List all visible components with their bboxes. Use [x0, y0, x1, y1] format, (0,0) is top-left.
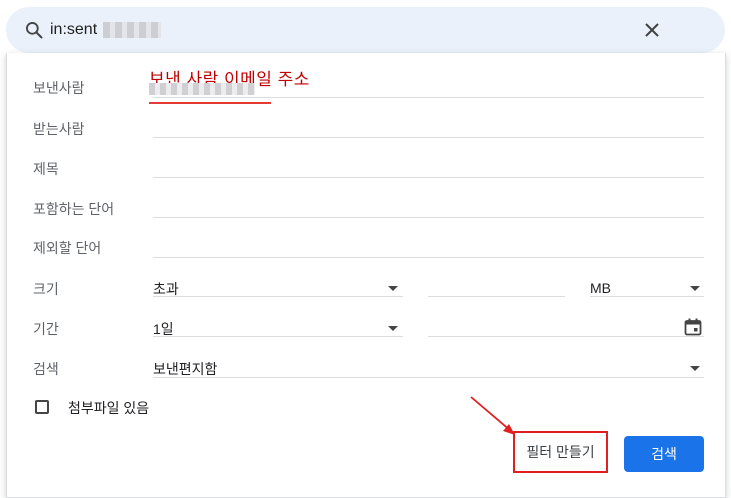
advanced-search-panel: 보낸 사람 이메일 주소 보낸사람 받는사람 제목 포함하는 단어 제외할 단어…: [6, 53, 726, 498]
date-label: 기간: [33, 321, 59, 337]
has-attachment-label[interactable]: 첨부파일 있음: [68, 398, 149, 418]
to-label: 받는사람: [33, 121, 85, 137]
create-filter-button[interactable]: 필터 만들기: [513, 431, 608, 473]
search-scope-value: 보낸편지함: [153, 361, 218, 377]
size-operator-underline: [153, 296, 403, 297]
from-field[interactable]: [153, 97, 704, 98]
to-field[interactable]: [153, 137, 704, 138]
date-range-caret-icon: [388, 326, 398, 331]
size-unit-caret-icon: [690, 286, 700, 291]
search-scope-underline: [153, 377, 704, 378]
search-bar[interactable]: in:sent: [6, 7, 725, 53]
has-attachment-checkbox[interactable]: [35, 400, 49, 414]
date-field[interactable]: [428, 336, 704, 337]
date-range-underline: [153, 336, 403, 337]
size-operator-caret-icon: [388, 286, 398, 291]
calendar-icon[interactable]: [684, 318, 702, 336]
has-words-field[interactable]: [153, 217, 704, 218]
subject-label: 제목: [33, 161, 59, 177]
annotation-underline: [149, 102, 271, 104]
search-button[interactable]: 검색: [624, 436, 704, 472]
redacted-email: [103, 22, 162, 38]
size-label: 크기: [33, 281, 59, 297]
subject-field[interactable]: [153, 177, 704, 178]
from-label: 보낸사람: [33, 80, 85, 96]
size-unit-underline: [590, 296, 704, 297]
size-unit-value: MB: [590, 280, 611, 296]
has-words-label: 포함하는 단어: [33, 201, 115, 217]
size-value-field[interactable]: [428, 296, 565, 297]
not-words-label: 제외할 단어: [33, 240, 102, 256]
search-scope-caret-icon: [690, 366, 700, 371]
search-icon[interactable]: [24, 20, 44, 40]
close-icon[interactable]: [642, 20, 662, 40]
not-words-field[interactable]: [153, 257, 704, 258]
redacted-from-value: [149, 83, 255, 95]
search-query-text: in:sent: [50, 21, 98, 38]
search-scope-label: 검색: [33, 361, 59, 377]
search-query[interactable]: in:sent: [50, 21, 162, 39]
